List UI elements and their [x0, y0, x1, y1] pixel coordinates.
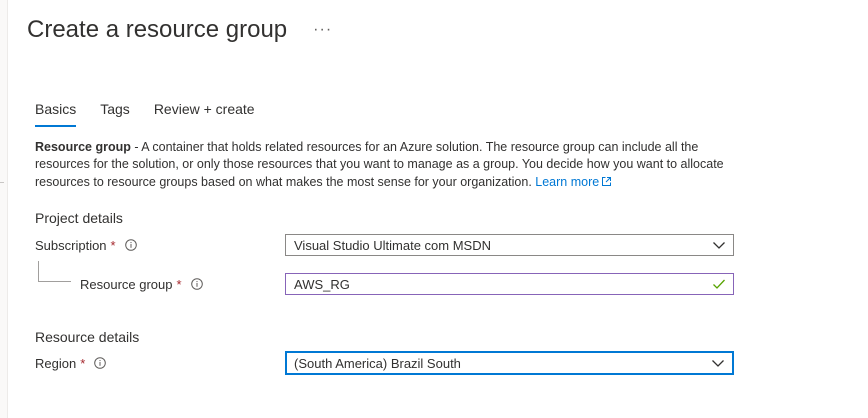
- title-row: Create a resource group ···: [27, 14, 336, 46]
- description-term: Resource group: [35, 140, 131, 154]
- region-value: (South America) Brazil South: [294, 355, 461, 371]
- learn-more-link[interactable]: Learn more: [535, 175, 612, 189]
- chevron-down-icon: [712, 238, 726, 252]
- required-mark: *: [110, 237, 116, 253]
- description-body: - A container that holds related resourc…: [35, 140, 724, 189]
- chevron-down-icon: [711, 356, 725, 370]
- page-title: Create a resource group: [27, 16, 288, 43]
- info-icon[interactable]: [190, 278, 203, 290]
- region-label: Region *: [35, 353, 107, 373]
- resource-group-description: Resource group - A container that holds …: [35, 139, 735, 192]
- subscription-value: Visual Studio Ultimate com MSDN: [294, 237, 491, 253]
- resource-group-label: Resource group *: [80, 274, 203, 294]
- subscription-label-text: Subscription: [35, 237, 107, 253]
- tab-review-create[interactable]: Review + create: [154, 100, 255, 127]
- info-icon[interactable]: [94, 357, 107, 369]
- info-icon[interactable]: [124, 239, 137, 251]
- resource-details-heading: Resource details: [35, 329, 140, 345]
- more-options-button[interactable]: ···: [309, 20, 336, 40]
- left-rail: [0, 0, 8, 418]
- tree-connector-horizontal: [38, 281, 71, 282]
- tab-bar: Basics Tags Review + create: [35, 100, 279, 127]
- resource-group-input[interactable]: AWS_RG: [285, 273, 734, 295]
- subscription-dropdown[interactable]: Visual Studio Ultimate com MSDN: [285, 234, 734, 256]
- region-label-text: Region: [35, 355, 77, 371]
- checkmark-icon: [712, 277, 726, 291]
- required-mark: *: [80, 355, 86, 371]
- subscription-label: Subscription *: [35, 235, 137, 255]
- external-link-icon: [601, 175, 612, 192]
- create-resource-group-page: Create a resource group ··· Basics Tags …: [0, 0, 868, 418]
- project-details-heading: Project details: [35, 210, 123, 226]
- tab-basics[interactable]: Basics: [35, 100, 77, 127]
- region-dropdown[interactable]: (South America) Brazil South: [285, 351, 734, 375]
- rail-tick: [0, 182, 4, 183]
- learn-more-label: Learn more: [535, 174, 600, 189]
- required-mark: *: [176, 276, 182, 292]
- resource-group-value: AWS_RG: [294, 276, 350, 292]
- tree-connector-vertical: [38, 261, 39, 281]
- tab-tags[interactable]: Tags: [100, 100, 130, 127]
- resource-group-label-text: Resource group: [80, 276, 173, 292]
